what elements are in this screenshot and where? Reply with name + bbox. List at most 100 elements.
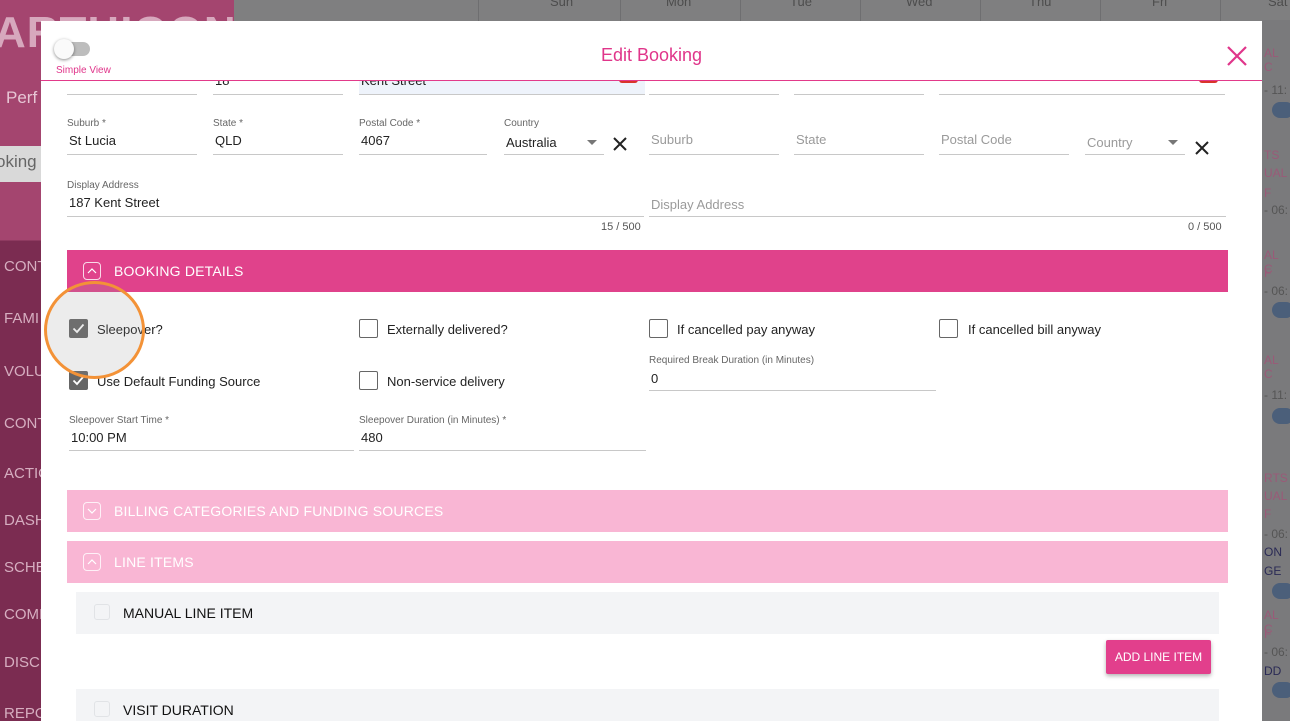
visit-duration-title: VISIT DURATION (123, 702, 234, 718)
postal-code-field[interactable]: Postal Code * 4067 (359, 118, 487, 155)
background-event-text: - 06: (1264, 527, 1289, 541)
suburb-value: St Lucia (69, 133, 116, 148)
display-address-2-field[interactable]: Display Address (649, 180, 1226, 217)
break-duration-field[interactable]: Required Break Duration (in Minutes) 0 (649, 355, 936, 391)
background-event-text: F (1264, 186, 1272, 200)
sleepover-duration-value: 480 (361, 430, 383, 445)
booking-details-header[interactable]: BOOKING DETAILS (67, 250, 1228, 292)
booking-details-title: BOOKING DETAILS (114, 263, 244, 279)
background-event-text: F (1264, 627, 1272, 641)
display-address-field[interactable]: Display Address 187 Kent Street (67, 180, 644, 217)
postal-code-2-placeholder: Postal Code (941, 132, 1012, 147)
add-line-item-button[interactable]: ADD LINE ITEM (1106, 640, 1211, 674)
state-label: State * (213, 118, 244, 129)
sleepover-duration-label: Sleepover Duration (in Minutes) * (359, 415, 507, 426)
cancel-bill-label: If cancelled bill anyway (968, 322, 1101, 337)
chevron-up-icon (83, 553, 101, 571)
non-service-checkbox[interactable] (359, 371, 378, 390)
country-label: Country (504, 118, 540, 129)
sleepover-start-label: Sleepover Start Time * (69, 415, 170, 426)
default-funding-checkbox[interactable] (69, 371, 88, 390)
cancel-pay-label: If cancelled pay anyway (677, 322, 816, 337)
background-event-text: AL C (1264, 46, 1279, 74)
background-day-header: Mon (666, 0, 692, 9)
background-menu-item: FAMI (4, 310, 40, 327)
dialog-header: Simple View Edit Booking (41, 21, 1262, 81)
externally-delivered-checkbox[interactable] (359, 319, 378, 338)
chevron-up-icon (83, 262, 101, 280)
clear-address-icon[interactable] (612, 134, 628, 156)
background-event-text: - 06: (1264, 645, 1289, 659)
background-event-text: - 11: (1264, 83, 1288, 97)
cancel-pay-checkbox[interactable] (649, 319, 668, 338)
suburb-2-field[interactable]: Suburb (649, 118, 779, 155)
break-duration-value: 0 (651, 371, 659, 386)
background-event-text: DD (1264, 664, 1282, 678)
country-2-placeholder: Country (1087, 135, 1133, 150)
suburb-label: Suburb * (67, 118, 106, 129)
background-event-text: UAL (1264, 166, 1288, 180)
background-event-text: RTS (1264, 471, 1288, 485)
background-event-text: ON (1264, 545, 1282, 559)
billing-categories-title: BILLING CATEGORIES AND FUNDING SOURCES (114, 503, 444, 519)
manual-line-item-title: MANUAL LINE ITEM (123, 605, 254, 621)
background-grid-line (478, 0, 479, 22)
state-field[interactable]: State * QLD (213, 118, 343, 155)
postal-code-label: Postal Code * (359, 118, 421, 129)
billing-categories-header[interactable]: BILLING CATEGORIES AND FUNDING SOURCES (67, 490, 1228, 532)
country-2-select[interactable]: Country (1085, 118, 1185, 155)
chevron-down-icon (587, 140, 597, 145)
close-icon[interactable] (1224, 43, 1250, 69)
background-menu-item: VOLU (4, 363, 45, 380)
background-price-pill (1272, 302, 1290, 318)
background-menu-item: DASH (4, 512, 46, 529)
background-grid-line (860, 0, 861, 22)
background-event-text: - 06: (1264, 284, 1289, 298)
background-grid-line (740, 0, 741, 22)
sleepover-label: Sleepover? (97, 322, 163, 337)
suburb-2-placeholder: Suburb (651, 132, 693, 147)
background-menu-item: COMI (4, 606, 44, 623)
background-grid-line (1220, 0, 1221, 22)
sleepover-start-field[interactable]: Sleepover Start Time * 10:00 PM (69, 415, 354, 451)
sleepover-checkbox[interactable] (69, 319, 88, 338)
state-2-placeholder: State (796, 132, 827, 147)
background-menu-item: SCHE (4, 559, 46, 576)
visit-duration-panel[interactable]: VISIT DURATION (76, 689, 1219, 721)
sleepover-duration-field[interactable]: Sleepover Duration (in Minutes) * 480 (359, 415, 646, 451)
background-day-header: Sun (550, 0, 574, 9)
background-event-text: F (1264, 507, 1272, 521)
display-address-counter: 15 / 500 (601, 221, 641, 233)
chevron-down-icon (1168, 140, 1178, 145)
line-items-title: LINE ITEMS (114, 554, 194, 570)
background-price-pill (1272, 102, 1290, 118)
cancel-bill-checkbox[interactable] (939, 319, 958, 338)
country-select[interactable]: Country Australia (504, 118, 604, 155)
dialog-title: Edit Booking (600, 45, 703, 65)
clear-address-2-icon[interactable] (1194, 138, 1210, 160)
suburb-field[interactable]: Suburb * St Lucia (67, 118, 197, 155)
background-perf-text: Perf (6, 88, 38, 107)
display-address-2-counter: 0 / 500 (1188, 221, 1222, 233)
edit-booking-dialog: 18 Kent Street Simple View Edit Booking … (41, 21, 1262, 721)
state-2-field[interactable]: State (794, 118, 924, 155)
background-event-text: - 11: (1264, 388, 1288, 402)
background-event-text: F (1264, 266, 1272, 280)
background-price-pill (1272, 682, 1290, 698)
postal-code-2-field[interactable]: Postal Code (939, 118, 1069, 155)
display-address-label: Display Address (67, 180, 139, 191)
background-price-pill (1272, 583, 1290, 599)
background-event-text: UAL (1264, 489, 1288, 503)
background-day-header: Tue (790, 0, 812, 9)
line-items-header[interactable]: LINE ITEMS (67, 541, 1228, 583)
display-address-2-placeholder: Display Address (651, 197, 745, 212)
manual-line-item-panel[interactable]: MANUAL LINE ITEM (76, 592, 1219, 634)
background-day-header: Wed (906, 0, 933, 9)
background-price-pill (1272, 408, 1290, 424)
background-event-text: AL C (1264, 353, 1279, 381)
background-grid-line (620, 0, 621, 22)
background-day-header: Thu (1029, 0, 1052, 9)
chevron-down-icon (83, 502, 101, 520)
background-event-text: GE (1264, 564, 1282, 578)
break-duration-label: Required Break Duration (in Minutes) (649, 355, 815, 366)
